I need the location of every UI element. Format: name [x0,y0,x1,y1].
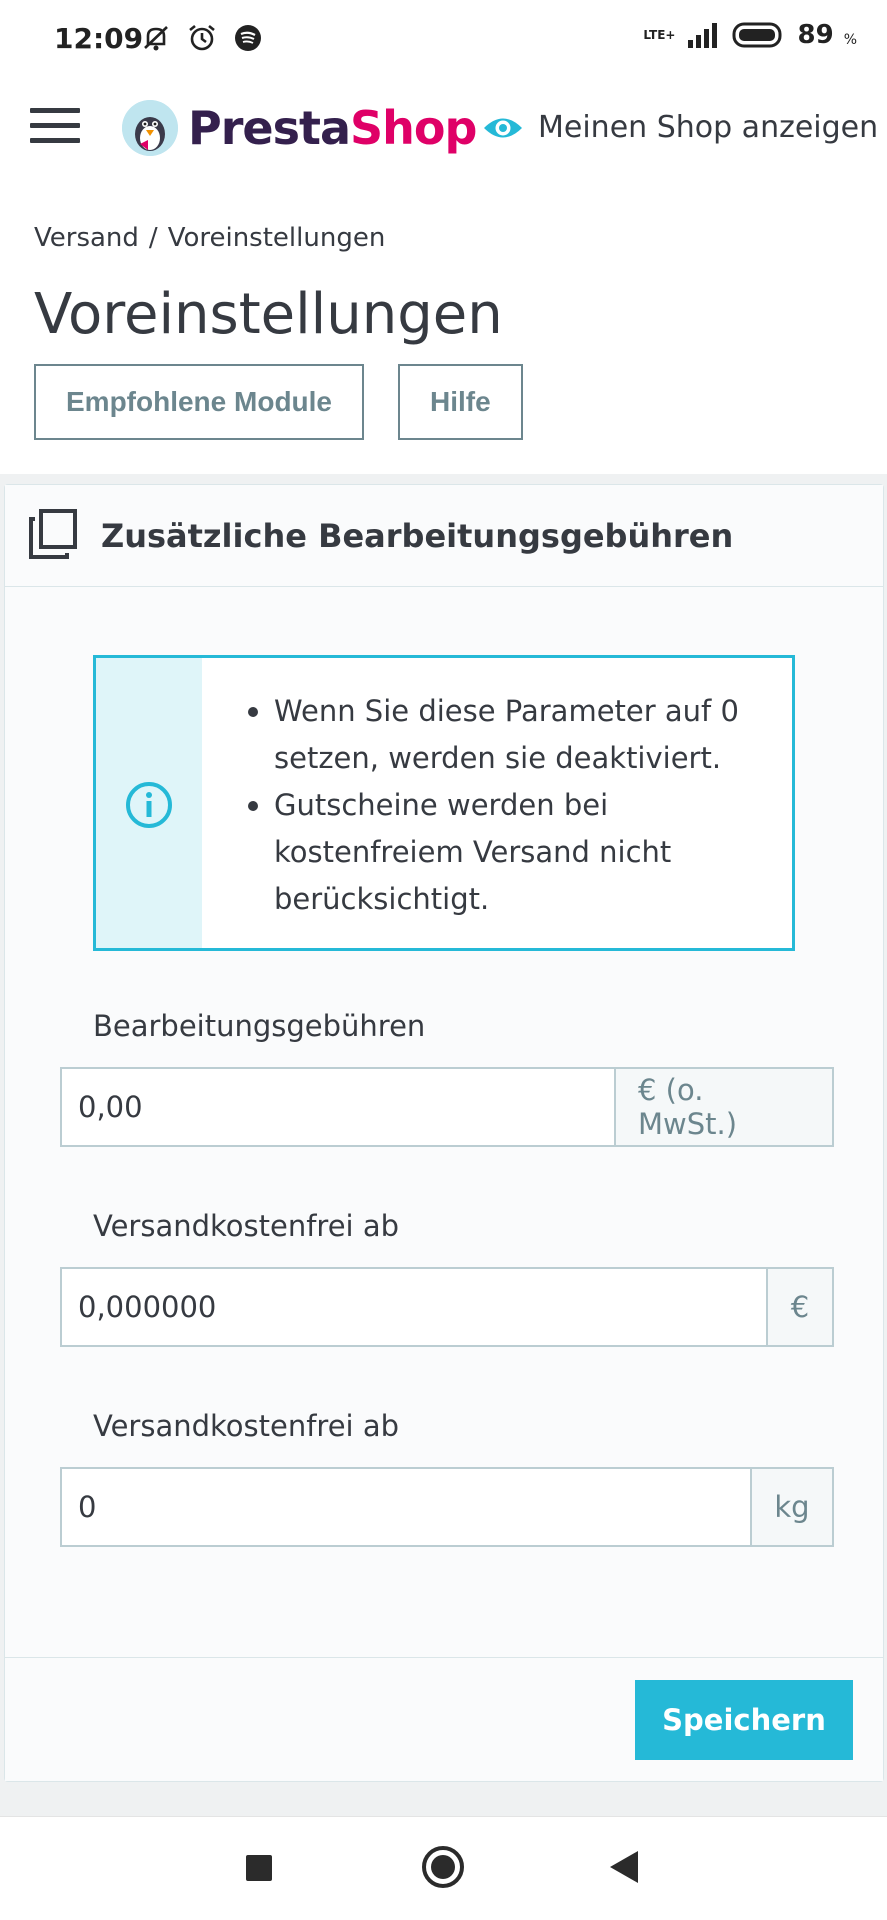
help-button[interactable]: Hilfe [398,364,523,440]
eye-icon [484,118,522,137]
system-nav-bar [0,1816,887,1920]
free-shipping-price-label: Versandkostenfrei ab [93,1209,400,1243]
view-shop-label: Meinen Shop anzeigen [538,110,879,145]
puffin-logo-icon [122,100,178,156]
breadcrumb: Versand / Voreinstellungen [34,223,385,253]
status-right: LTE+ 89 % [643,20,857,50]
alert-item: Wenn Sie diese Parameter auf 0 setzen, w… [244,688,774,782]
info-icon [126,782,172,828]
handling-fee-label: Bearbeitungsgebühren [93,1009,426,1043]
copy-icon [29,509,77,559]
breadcrumb-separator: / [148,223,158,253]
spotify-icon [235,25,261,51]
view-shop-link[interactable]: Meinen Shop anzeigen [482,110,878,145]
save-button[interactable]: Speichern [635,1680,853,1760]
network-type: LTE+ [643,28,676,42]
handling-fee-unit: € (o. MwSt.) [614,1069,832,1145]
battery-unit: % [843,32,857,48]
status-left-icons [140,22,264,54]
back-icon[interactable] [608,1849,640,1885]
app-header: PrestaShop Meinen Shop anzeigen [0,78,887,182]
handling-fee-input[interactable] [62,1069,614,1145]
signal-icon [687,23,717,48]
free-shipping-weight-label: Versandkostenfrei ab [93,1409,400,1443]
free-shipping-weight-group: kg [60,1467,834,1547]
info-alert: Wenn Sie diese Parameter auf 0 setzen, w… [93,655,795,951]
logo-wordmark: PrestaShop [188,101,477,155]
page-title: Voreinstellungen [34,282,503,347]
free-shipping-price-unit: € [766,1269,832,1345]
free-shipping-price-group: € [60,1267,834,1347]
free-shipping-weight-input[interactable] [62,1469,750,1545]
handling-fee-group: € (o. MwSt.) [60,1067,834,1147]
alert-item: Gutscheine werden bei kostenfreiem Versa… [244,782,774,923]
battery-icon [732,22,781,48]
free-shipping-price-input[interactable] [62,1269,766,1345]
hamburger-icon[interactable] [30,108,80,144]
breadcrumb-item-versand[interactable]: Versand [34,223,139,253]
alert-list: Wenn Sie diese Parameter auf 0 setzen, w… [244,688,774,923]
handling-fees-panel: Zusätzliche Bearbeitungsgebühren Wenn Si… [4,484,884,1782]
recommended-modules-button[interactable]: Empfohlene Module [34,364,364,440]
free-shipping-weight-unit: kg [750,1469,832,1545]
recents-icon[interactable] [246,1855,272,1881]
battery-level: 89 [797,20,834,50]
home-icon[interactable] [421,1845,465,1889]
panel-header: Zusätzliche Bearbeitungsgebühren [5,485,883,587]
breadcrumb-item-current: Voreinstellungen [167,223,386,253]
page-toolbar: Empfohlene Module Hilfe [34,364,523,440]
alert-sidebar [96,658,202,948]
status-bar: 12:09 LTE+ 89 % [0,0,887,78]
panel-footer: Speichern [5,1657,883,1781]
panel-title: Zusätzliche Bearbeitungsgebühren [101,517,734,555]
prestashop-logo[interactable]: PrestaShop [122,100,477,156]
bell-muted-icon [144,26,168,51]
status-time: 12:09 [54,22,144,55]
alarm-icon [189,24,215,51]
